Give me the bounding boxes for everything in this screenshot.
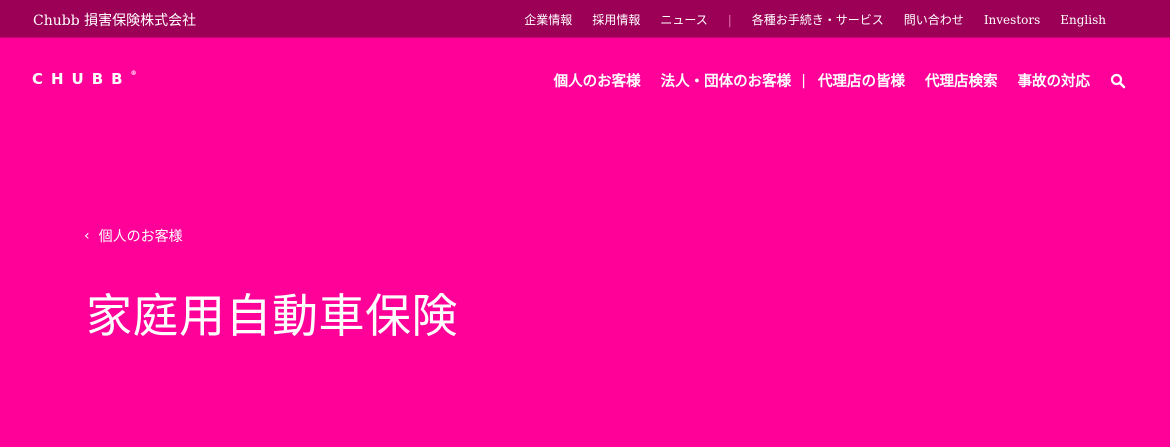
breadcrumb: ‹ 個人のお客様 (84, 226, 183, 246)
util-link-english[interactable]: English (1060, 13, 1106, 27)
primary-nav: 個人のお客様 法人・団体のお客様 | 代理店の皆様 代理店検索 事故の対応 (534, 70, 1126, 91)
util-link-corporate[interactable]: 企業情報 (524, 11, 572, 28)
nav-item-agent-search[interactable]: 代理店検索 (925, 70, 998, 91)
util-link-news[interactable]: ニュース (660, 11, 707, 28)
breadcrumb-link-personal[interactable]: 個人のお客様 (99, 226, 183, 246)
chubb-logo[interactable]: CHUBB® (32, 70, 137, 88)
util-link-procedures[interactable]: 各種お手続き・サービス (752, 11, 884, 28)
util-link-investors[interactable]: Investors (984, 13, 1040, 27)
nav-item-personal[interactable]: 個人のお客様 (554, 70, 641, 91)
main-header: CHUBB® 個人のお客様 法人・団体のお客様 | 代理店の皆様 代理店検索 事… (0, 38, 1170, 123)
utility-nav: 企業情報 採用情報 ニュース | 各種お手続き・サービス 問い合わせ Inves… (504, 11, 1106, 28)
util-separator: | (727, 12, 732, 27)
logo-text: CHUBB (32, 70, 131, 88)
chevron-left-icon: ‹ (84, 228, 90, 244)
nav-item-agents[interactable]: 代理店の皆様 (818, 70, 905, 91)
utility-bar: Chubb 損害保険株式会社 企業情報 採用情報 ニュース | 各種お手続き・サ… (0, 0, 1170, 38)
company-name: Chubb 損害保険株式会社 (33, 13, 197, 29)
nav-item-corporate[interactable]: 法人・団体のお客様 (661, 70, 792, 91)
logo-registered-mark: ® (130, 70, 137, 77)
util-link-contact[interactable]: 問い合わせ (904, 11, 964, 28)
search-icon[interactable] (1110, 73, 1126, 89)
nav-item-claims[interactable]: 事故の対応 (1018, 70, 1091, 91)
nav-separator: | (801, 72, 806, 89)
util-link-careers[interactable]: 採用情報 (592, 11, 640, 28)
page-title: 家庭用自動車保険 (86, 289, 458, 343)
